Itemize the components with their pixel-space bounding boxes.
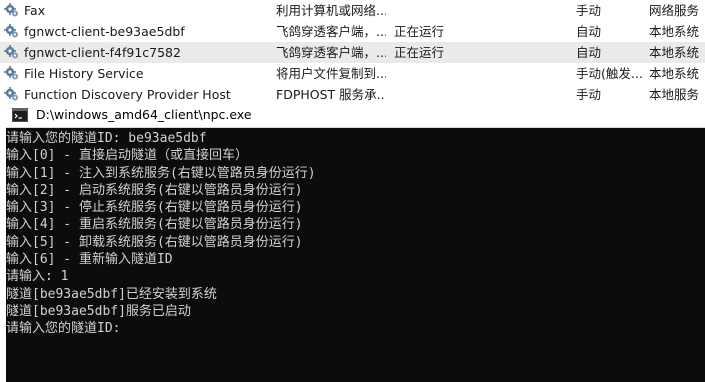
service-name: fgnwct-client-be93ae5dbf — [24, 24, 185, 39]
service-name: File History Service — [24, 66, 144, 81]
console-output[interactable]: 请输入您的隧道ID: be93ae5dbf 输入[0] - 直接启动隧道（或直接回… — [6, 128, 705, 338]
console-line: 输入[5] - 卸载系统服务(右键以管路员身份运行) — [6, 234, 303, 250]
service-logon-as: 本地系统 — [649, 24, 700, 39]
console-titlebar[interactable]: D:\windows_amd64_client\npc.exe — [6, 102, 705, 128]
service-startup-type: 手动(触发... — [576, 66, 643, 81]
service-row[interactable]: fgnwct-client-f4f91c7582 飞鸽穿透客户端，... 正在运行 自… — [0, 42, 705, 63]
service-startup-type: 自动 — [576, 24, 602, 39]
service-row[interactable]: Fax 利用计算机或网络... 手动 网络服务 — [0, 0, 705, 21]
console-line: 输入[2] - 启动系统服务(右键以管路员身份运行) — [6, 182, 303, 198]
service-logon-as: 本地系统 — [649, 45, 700, 60]
service-description: 飞鸽穿透客户端，... — [276, 45, 386, 60]
service-name: fgnwct-client-f4f91c7582 — [24, 45, 181, 60]
service-startup-type: 手动 — [576, 3, 602, 18]
gear-icon — [4, 21, 20, 42]
gear-icon — [4, 42, 20, 63]
gear-icon — [4, 0, 20, 21]
console-line: 输入[3] - 停止系统服务(右键以管路员身份运行) — [6, 200, 303, 216]
service-status: 正在运行 — [394, 24, 445, 39]
service-name: Fax — [24, 3, 46, 18]
service-logon-as: 网络服务 — [649, 3, 700, 18]
service-startup-type: 自动 — [576, 45, 602, 60]
console-line: 请输入您的隧道ID: — [6, 321, 121, 337]
service-row[interactable]: File History Service 将用户文件复制到... 手动(触发... 本… — [0, 63, 705, 84]
service-status — [394, 0, 484, 21]
service-description: 利用计算机或网络... — [276, 3, 386, 18]
services-list: Fax 利用计算机或网络... 手动 网络服务 fgnwct-client-be93ae… — [0, 0, 705, 102]
console-line: 输入[0] - 直接启动隧道（或直接回车） — [6, 148, 248, 164]
service-logon-as: 本地系统 — [649, 66, 700, 81]
service-status — [394, 63, 484, 84]
service-description: 飞鸽穿透客户端，... — [276, 24, 386, 39]
service-status: 正在运行 — [394, 45, 445, 60]
service-row[interactable]: fgnwct-client-be93ae5dbf 飞鸽穿透客户端，... 正在运行 自… — [0, 21, 705, 42]
console-line: 输入[4] - 重启系统服务(右键以管路员身份运行) — [6, 217, 303, 233]
console-line: 请输入您的隧道ID: be93ae5dbf — [6, 131, 207, 146]
gear-icon — [4, 63, 20, 84]
console-window[interactable]: D:\windows_amd64_client\npc.exe 请输入您的隧道I… — [6, 102, 705, 382]
console-line: 隧道[be93ae5dbf]服务已启动 — [6, 303, 191, 319]
console-line: 隧道[be93ae5dbf]已经安装到系统 — [6, 286, 217, 302]
console-line: 请输入: 1 — [6, 269, 69, 285]
console-line: 输入[1] - 注入到系统服务(右键以管路员身份运行) — [6, 165, 316, 181]
console-line: 输入[6] - 重新输入隧道ID — [6, 252, 173, 268]
terminal-icon — [12, 108, 28, 122]
service-description: 将用户文件复制到... — [276, 66, 386, 81]
console-title: D:\windows_amd64_client\npc.exe — [36, 107, 252, 122]
